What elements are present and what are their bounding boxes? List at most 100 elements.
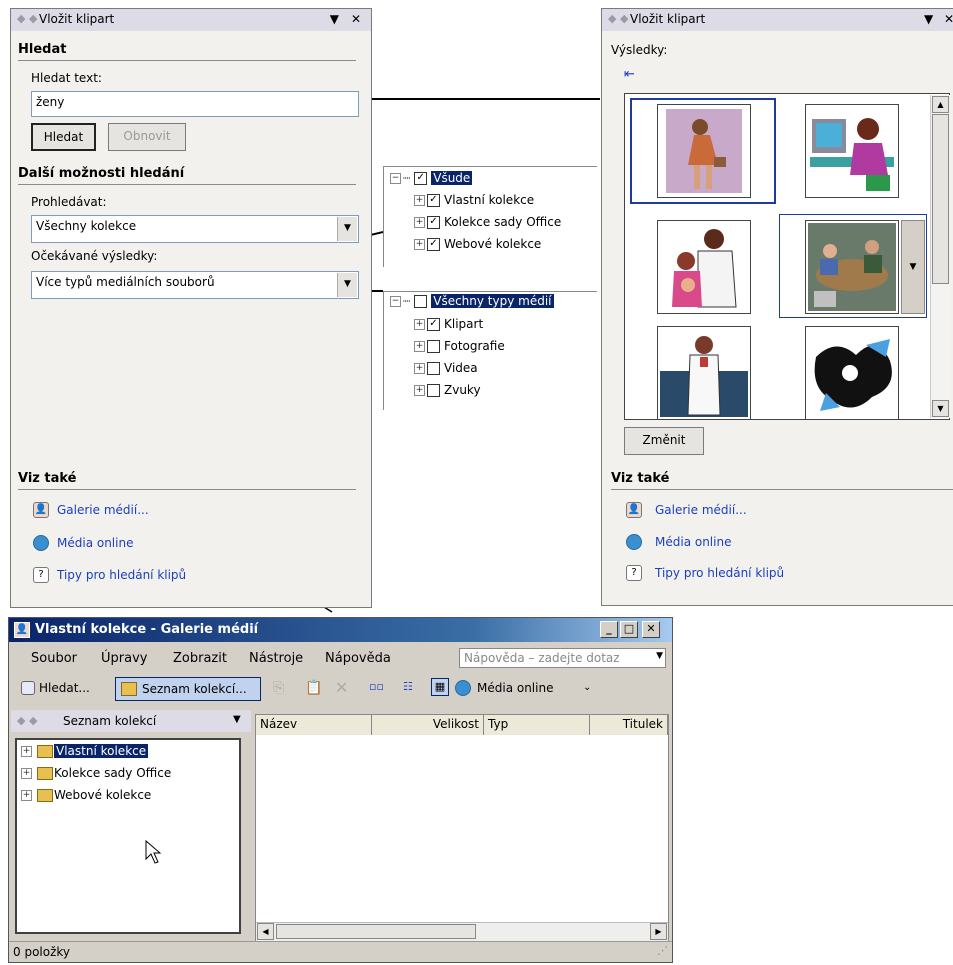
search-text-input[interactable]: ženy	[31, 91, 359, 117]
menu-view[interactable]: Zobrazit	[173, 651, 227, 666]
tree-node[interactable]: + Videa	[414, 361, 478, 375]
search-tips-link[interactable]: Tipy pro hledání klipů	[57, 568, 186, 582]
checkbox[interactable]: ✓	[427, 194, 440, 207]
search-button[interactable]: Hledat	[31, 123, 96, 151]
checkbox[interactable]	[427, 340, 440, 353]
checkbox[interactable]	[427, 362, 440, 375]
column-name[interactable]: Název	[256, 715, 372, 735]
toolbar-options-icon[interactable]: ⌄	[583, 682, 591, 693]
expand-icon[interactable]: +	[414, 239, 425, 250]
clipart-thumbnail[interactable]	[805, 220, 899, 314]
scrollbar-thumb[interactable]	[276, 924, 476, 939]
pane-menu-icon[interactable]: ▼	[924, 12, 933, 26]
media-online-button[interactable]: Média online	[477, 681, 553, 695]
vertical-scrollbar[interactable]: ▲ ▼	[930, 95, 950, 418]
scroll-left-icon[interactable]: ◀	[257, 923, 274, 940]
menu-help[interactable]: Nápověda	[325, 651, 391, 666]
tree-node[interactable]: + ✓ Klipart	[414, 317, 483, 331]
results-type-select[interactable]: Více typů mediálních souborů ▼	[31, 271, 359, 299]
expand-icon[interactable]: +	[414, 385, 425, 396]
scope-select[interactable]: Všechny kolekce ▼	[31, 215, 359, 243]
chevron-down-icon[interactable]: ▼	[233, 714, 241, 725]
tree-node-root[interactable]: − ┈ Všechny typy médií	[390, 294, 554, 308]
tree-node[interactable]: + Webové kolekce	[21, 788, 151, 802]
clipart-thumbnail[interactable]	[805, 104, 899, 198]
column-size[interactable]: Velikost	[372, 715, 484, 735]
clipart-thumbnail[interactable]	[657, 326, 751, 420]
thumb-menu-button[interactable]: ▼	[901, 220, 925, 314]
modify-button[interactable]: Změnit	[624, 427, 704, 455]
close-icon[interactable]: ✕	[642, 621, 660, 638]
scroll-right-icon[interactable]: ▶	[650, 923, 667, 940]
horizontal-scrollbar[interactable]: ◀ ▶	[256, 922, 668, 941]
copy-icon[interactable]: ⎘	[273, 680, 284, 696]
column-type[interactable]: Typ	[484, 715, 590, 735]
resize-grip-icon[interactable]: ⋰	[657, 944, 668, 957]
column-caption[interactable]: Titulek	[590, 715, 668, 735]
clipart-thumbnail[interactable]	[657, 220, 751, 314]
menu-edit[interactable]: Úpravy	[101, 651, 147, 666]
expand-icon[interactable]: +	[414, 341, 425, 352]
media-gallery-link[interactable]: Galerie médií...	[655, 503, 747, 517]
clipart-thumbnail[interactable]	[657, 104, 751, 198]
back-forward-icon[interactable]: ◆ ◆	[17, 714, 37, 727]
details-view-icon[interactable]: ▦	[431, 678, 449, 696]
expand-icon[interactable]: +	[21, 768, 32, 779]
scrollbar-thumb[interactable]	[932, 114, 949, 284]
expand-icon[interactable]: +	[414, 363, 425, 374]
results-label: Výsledky:	[611, 43, 668, 57]
maximize-icon[interactable]: □	[620, 621, 638, 638]
chevron-down-icon[interactable]: ▼	[337, 217, 357, 241]
checkbox[interactable]: ✓	[427, 216, 440, 229]
clipart-thumbnail[interactable]	[805, 326, 899, 420]
tree-node[interactable]: + ✓ Kolekce sady Office	[414, 215, 561, 229]
search-text-label: Hledat text:	[31, 71, 102, 85]
tree-node[interactable]: + ✓ Webové kolekce	[414, 237, 541, 251]
tree-node-root[interactable]: − ┈ ✓ Všude	[390, 171, 473, 185]
tree-node[interactable]: + ✓ Vlastní kolekce	[414, 193, 534, 207]
scroll-down-icon[interactable]: ▼	[932, 400, 949, 417]
toolbar-search-button[interactable]: Hledat...	[39, 681, 90, 695]
checkbox[interactable]: ✓	[414, 172, 428, 185]
checkbox-checked[interactable]: ✓	[427, 318, 440, 331]
expand-icon[interactable]: +	[21, 746, 32, 757]
checkbox[interactable]	[414, 295, 428, 308]
scroll-up-icon[interactable]: ▲	[932, 96, 949, 113]
collapse-icon[interactable]: −	[390, 173, 401, 184]
help-query-box[interactable]: Nápověda – zadejte dotaz ▼	[459, 648, 666, 668]
close-icon[interactable]: ✕	[944, 12, 953, 26]
checkbox[interactable]	[427, 384, 440, 397]
collection-list-button[interactable]: Seznam kolekcí...	[115, 677, 261, 701]
tree-node[interactable]: + Fotografie	[414, 339, 505, 353]
minimize-icon[interactable]: _	[600, 621, 618, 638]
back-forward-icon[interactable]: ◆ ◆	[608, 12, 628, 25]
paste-icon[interactable]: 📋	[305, 680, 322, 696]
expand-icon[interactable]: +	[21, 790, 32, 801]
menu-tools[interactable]: Nástroje	[249, 651, 303, 666]
back-forward-icon[interactable]: ◆ ◆	[17, 12, 37, 25]
restore-button[interactable]: Obnovit	[108, 123, 186, 151]
expand-icon[interactable]: +	[414, 217, 425, 228]
tree-node[interactable]: + Vlastní kolekce	[21, 744, 149, 758]
chevron-down-icon[interactable]: ▼	[337, 273, 357, 297]
media-online-link[interactable]: Média online	[655, 535, 731, 549]
menu-file[interactable]: Soubor	[31, 651, 77, 666]
list-view-icon[interactable]: ☷	[403, 680, 413, 693]
search-tips-link[interactable]: Tipy pro hledání klipů	[655, 566, 784, 580]
back-arrow-icon[interactable]: ⇤	[624, 67, 640, 83]
media-gallery-link[interactable]: Galerie médií...	[57, 503, 149, 517]
divider	[18, 60, 356, 61]
close-icon[interactable]: ✕	[351, 12, 361, 26]
pane-menu-icon[interactable]: ▼	[330, 12, 339, 26]
media-online-link[interactable]: Média online	[57, 536, 133, 550]
help-query-placeholder: Nápověda – zadejte dotaz	[464, 651, 620, 665]
tree-node[interactable]: + Kolekce sady Office	[21, 766, 171, 780]
checkbox[interactable]: ✓	[427, 238, 440, 251]
collapse-icon[interactable]: −	[390, 296, 401, 307]
delete-icon[interactable]: ✕	[335, 678, 348, 697]
expand-icon[interactable]: +	[414, 195, 425, 206]
expand-icon[interactable]: +	[414, 319, 425, 330]
tree-node[interactable]: + Zvuky	[414, 383, 481, 397]
chevron-down-icon[interactable]: ▼	[656, 651, 663, 661]
thumbnails-view-icon[interactable]: ▫▫	[369, 680, 384, 693]
